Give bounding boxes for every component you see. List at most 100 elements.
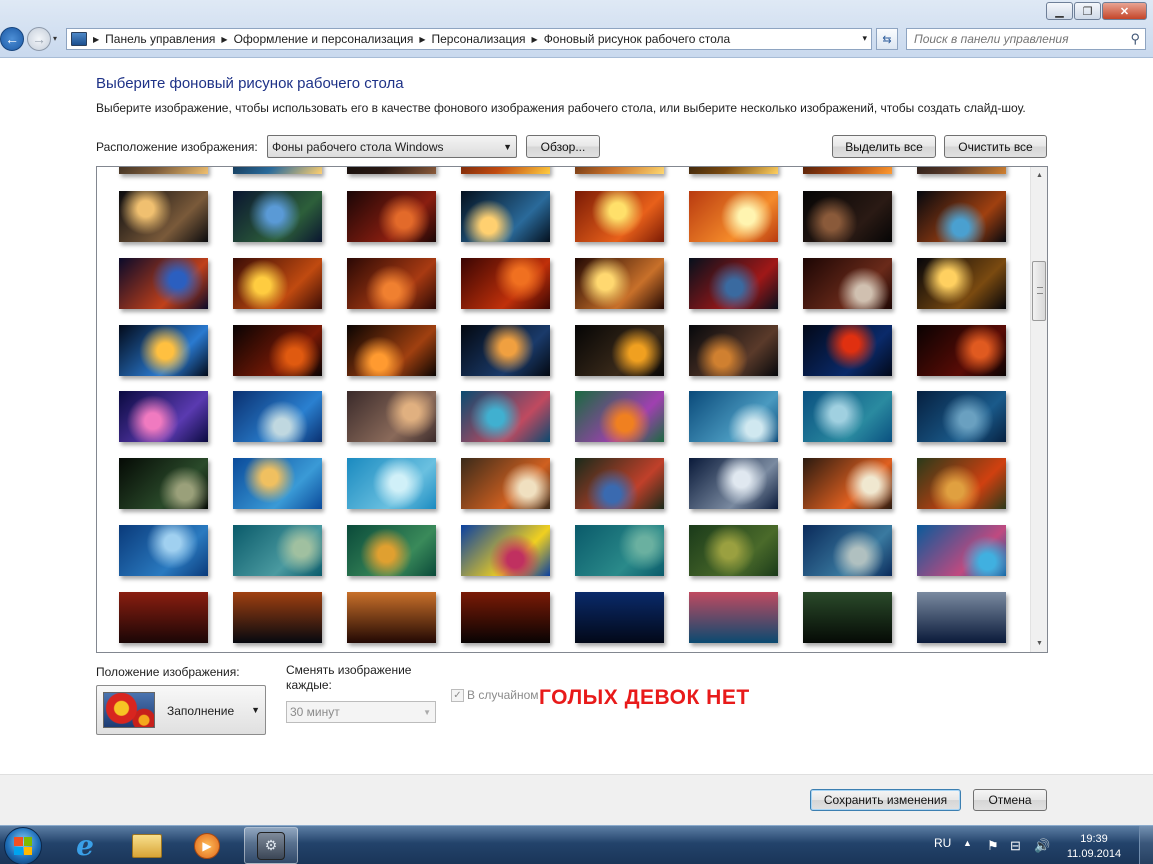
- wallpaper-thumbnail[interactable]: [119, 391, 208, 442]
- show-desktop-button[interactable]: [1139, 826, 1153, 864]
- breadcrumb-separator-icon[interactable]: ▶: [532, 35, 538, 44]
- breadcrumb-item-personalization[interactable]: Персонализация: [431, 32, 525, 46]
- wallpaper-thumbnail[interactable]: [347, 325, 436, 376]
- wallpaper-thumbnail[interactable]: [461, 592, 550, 643]
- search-box[interactable]: ⚲: [906, 28, 1146, 50]
- wallpaper-thumbnail[interactable]: [233, 258, 322, 309]
- wallpaper-thumbnail[interactable]: [347, 391, 436, 442]
- wallpaper-thumbnail[interactable]: [347, 592, 436, 643]
- wallpaper-thumbnail[interactable]: [689, 191, 778, 242]
- breadcrumb-item-desktop-background[interactable]: Фоновый рисунок рабочего стола: [544, 32, 731, 46]
- recent-pages-dropdown[interactable]: ▾: [53, 34, 57, 43]
- wallpaper-thumbnail[interactable]: [461, 391, 550, 442]
- wallpaper-thumbnail[interactable]: [575, 325, 664, 376]
- search-input[interactable]: [914, 32, 1124, 46]
- wallpaper-thumbnail[interactable]: [233, 391, 322, 442]
- scroll-up-icon[interactable]: ▲: [1031, 167, 1047, 184]
- wallpaper-thumbnail[interactable]: [461, 258, 550, 309]
- wallpaper-thumbnail[interactable]: [689, 258, 778, 309]
- wallpaper-thumbnail[interactable]: [575, 525, 664, 576]
- action-center-flag-icon[interactable]: ⚑: [987, 838, 999, 854]
- wallpaper-thumbnail[interactable]: [119, 458, 208, 509]
- wallpaper-thumbnail[interactable]: [233, 592, 322, 643]
- wallpaper-thumbnail[interactable]: [575, 167, 664, 174]
- wallpaper-thumbnail[interactable]: [575, 391, 664, 442]
- forward-button[interactable]: →: [27, 27, 51, 51]
- wallpaper-thumbnail[interactable]: [689, 391, 778, 442]
- clock[interactable]: 19:39 11.09.2014: [1062, 832, 1126, 862]
- wallpaper-thumbnail[interactable]: [347, 525, 436, 576]
- wallpaper-thumbnail[interactable]: [917, 592, 1006, 643]
- breadcrumb-separator-icon[interactable]: ▶: [419, 35, 425, 44]
- wallpaper-thumbnail[interactable]: [917, 391, 1006, 442]
- wallpaper-thumbnail[interactable]: [461, 458, 550, 509]
- wallpaper-thumbnail[interactable]: [461, 525, 550, 576]
- interval-select[interactable]: 30 минут ▼: [286, 701, 436, 723]
- wallpaper-thumbnail[interactable]: [803, 592, 892, 643]
- wallpaper-thumbnail[interactable]: [803, 391, 892, 442]
- maximize-button[interactable]: ❐: [1074, 2, 1101, 20]
- position-select[interactable]: Заполнение ▼: [96, 685, 266, 735]
- minimize-button[interactable]: ▁: [1046, 2, 1073, 20]
- wallpaper-thumbnail[interactable]: [803, 525, 892, 576]
- vertical-scrollbar[interactable]: ▲ ▼: [1030, 167, 1047, 652]
- wallpaper-thumbnail[interactable]: [803, 167, 892, 174]
- wallpaper-thumbnail[interactable]: [575, 592, 664, 643]
- shuffle-checkbox[interactable]: ✓: [451, 689, 464, 702]
- wallpaper-thumbnail[interactable]: [461, 191, 550, 242]
- wallpaper-thumbnail[interactable]: [233, 525, 322, 576]
- show-hidden-icons-icon[interactable]: ▲: [963, 838, 972, 848]
- wallpaper-thumbnail[interactable]: [347, 191, 436, 242]
- wallpaper-thumbnail[interactable]: [119, 258, 208, 309]
- wallpaper-thumbnail[interactable]: [689, 325, 778, 376]
- wallpaper-thumbnail[interactable]: [917, 167, 1006, 174]
- wallpaper-thumbnail[interactable]: [689, 167, 778, 174]
- wallpaper-thumbnail[interactable]: [461, 325, 550, 376]
- wallpaper-thumbnail[interactable]: [917, 525, 1006, 576]
- wallpaper-thumbnail[interactable]: [233, 458, 322, 509]
- taskbar-control-panel[interactable]: ⚙: [244, 827, 298, 864]
- wallpaper-thumbnail[interactable]: [689, 592, 778, 643]
- wallpaper-thumbnail[interactable]: [119, 167, 208, 174]
- taskbar-media-player[interactable]: ▶: [180, 827, 234, 864]
- wallpaper-thumbnail[interactable]: [575, 458, 664, 509]
- search-icon[interactable]: ⚲: [1130, 31, 1140, 47]
- clear-all-button[interactable]: Очистить все: [944, 135, 1047, 158]
- taskbar-explorer[interactable]: [120, 827, 174, 864]
- wallpaper-thumbnail[interactable]: [803, 258, 892, 309]
- wallpaper-thumbnail[interactable]: [233, 325, 322, 376]
- wallpaper-thumbnail[interactable]: [917, 191, 1006, 242]
- address-bar[interactable]: ▶ Панель управления ▶ Оформление и персо…: [66, 28, 872, 50]
- wallpaper-thumbnail[interactable]: [917, 325, 1006, 376]
- wallpaper-thumbnail[interactable]: [347, 167, 436, 174]
- save-button[interactable]: Сохранить изменения: [810, 789, 961, 811]
- volume-icon[interactable]: 🔊: [1034, 838, 1050, 854]
- wallpaper-thumbnail[interactable]: [575, 258, 664, 309]
- refresh-button[interactable]: ⇆: [876, 28, 898, 50]
- wallpaper-thumbnail[interactable]: [575, 191, 664, 242]
- browse-button[interactable]: Обзор...: [526, 135, 600, 158]
- address-dropdown-icon[interactable]: ▾: [862, 33, 867, 44]
- wallpaper-thumbnail[interactable]: [461, 167, 550, 174]
- wallpaper-thumbnail[interactable]: [917, 258, 1006, 309]
- start-button[interactable]: [4, 827, 42, 864]
- wallpaper-thumbnail[interactable]: [689, 458, 778, 509]
- wallpaper-thumbnail[interactable]: [917, 458, 1006, 509]
- wallpaper-thumbnail[interactable]: [119, 592, 208, 643]
- wallpaper-thumbnail[interactable]: [803, 191, 892, 242]
- scrollbar-thumb[interactable]: [1032, 261, 1046, 321]
- wallpaper-thumbnail[interactable]: [119, 325, 208, 376]
- wallpaper-thumbnail[interactable]: [347, 258, 436, 309]
- close-button[interactable]: ✕: [1102, 2, 1147, 20]
- breadcrumb-separator-icon[interactable]: ▶: [221, 35, 227, 44]
- wallpaper-thumbnail[interactable]: [689, 525, 778, 576]
- location-select[interactable]: Фоны рабочего стола Windows ▼: [267, 135, 517, 158]
- wallpaper-thumbnail[interactable]: [347, 458, 436, 509]
- breadcrumb-item-control-panel[interactable]: Панель управления: [105, 32, 215, 46]
- breadcrumb-item-appearance[interactable]: Оформление и персонализация: [234, 32, 414, 46]
- wallpaper-thumbnail[interactable]: [803, 325, 892, 376]
- select-all-button[interactable]: Выделить все: [832, 135, 936, 158]
- language-indicator[interactable]: RU: [934, 836, 951, 850]
- wallpaper-thumbnail[interactable]: [233, 191, 322, 242]
- scroll-down-icon[interactable]: ▼: [1031, 635, 1047, 652]
